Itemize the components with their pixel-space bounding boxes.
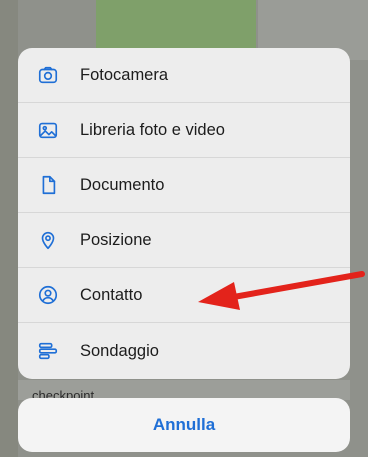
poll-icon (36, 339, 60, 363)
action-photo-library-label: Libreria foto e video (80, 120, 225, 139)
red-arrow-annotation (198, 271, 365, 310)
action-location[interactable]: Posizione (18, 213, 350, 268)
attachment-action-sheet: Fotocamera Libreria foto e video Documen… (18, 48, 350, 379)
document-icon (36, 173, 60, 197)
photo-library-icon (36, 118, 60, 142)
background-edge (0, 0, 18, 457)
action-document[interactable]: Documento (18, 158, 350, 213)
action-poll-label: Sondaggio (80, 341, 159, 360)
contact-icon (36, 283, 60, 307)
action-camera[interactable]: Fotocamera (18, 48, 350, 103)
action-poll[interactable]: Sondaggio (18, 323, 350, 379)
action-photo-library[interactable]: Libreria foto e video (18, 103, 350, 158)
action-document-label: Documento (80, 175, 165, 194)
camera-icon (36, 63, 60, 87)
cancel-button[interactable]: Annulla (18, 398, 350, 452)
action-camera-label: Fotocamera (80, 65, 169, 84)
action-location-label: Posizione (80, 230, 152, 249)
location-pin-icon (36, 228, 60, 252)
cancel-button-label: Annulla (152, 415, 216, 434)
action-contact-label: Contatto (80, 285, 143, 304)
